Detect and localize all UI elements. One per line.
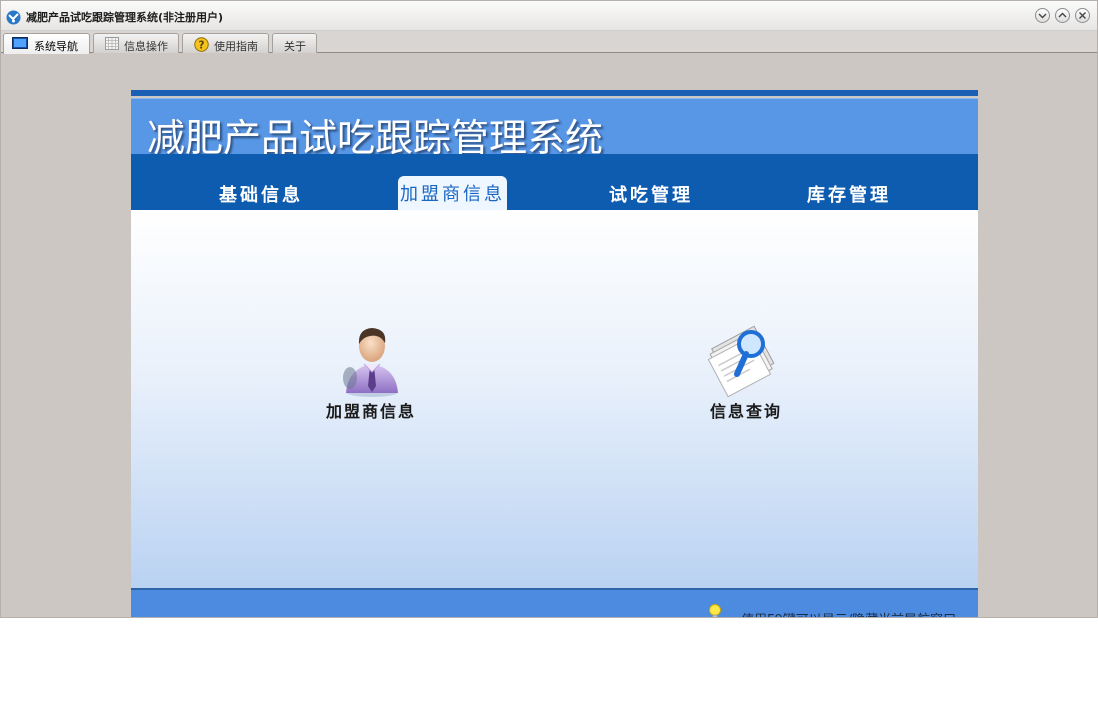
menu-franchisee-info[interactable]: 加盟商信息 [398, 176, 507, 210]
panel-top-border [131, 90, 978, 96]
document-search-icon [701, 320, 791, 398]
maximize-button[interactable] [1055, 8, 1070, 23]
tab-user-guide[interactable]: ? 使用指南 [182, 33, 269, 53]
tab-label: 信息操作 [124, 40, 168, 53]
lightbulb-icon [708, 604, 722, 617]
minimize-button[interactable] [1035, 8, 1050, 23]
tab-label: 关于 [284, 40, 306, 53]
app-icon [6, 10, 21, 25]
close-icon [1079, 12, 1086, 19]
tab-bar: 系统导航 信息操作 ? 使用指南 关于 [1, 31, 1097, 54]
title-bar: 减肥产品试吃跟踪管理系统(非注册用户) [1, 1, 1097, 31]
chevron-down-icon [1038, 13, 1047, 19]
function-label: 信息查询 [709, 402, 782, 421]
menu-basic-info[interactable]: 基础信息 [219, 181, 303, 207]
tab-label: 使用指南 [214, 40, 258, 53]
function-label: 加盟商信息 [325, 402, 416, 421]
function-area: 加盟商信息 信息查询 [131, 210, 978, 588]
tab-info-ops[interactable]: 信息操作 [93, 33, 179, 53]
panel-footer: 使用F9键可以显示/隐藏当前导航窗口 [131, 588, 978, 617]
chevron-up-icon [1058, 12, 1067, 18]
menu-trial-management[interactable]: 试吃管理 [609, 181, 693, 207]
footer-hint: 使用F9键可以显示/隐藏当前导航窗口 [741, 609, 956, 617]
panel-header: 减肥产品试吃跟踪管理系统 [131, 98, 978, 160]
tab-system-nav[interactable]: 系统导航 [3, 33, 90, 54]
help-icon: ? [194, 37, 210, 52]
grid-icon [105, 37, 121, 50]
close-button[interactable] [1075, 8, 1090, 23]
svg-text:?: ? [199, 39, 205, 51]
tab-label: 系统导航 [34, 40, 78, 53]
window-title: 减肥产品试吃跟踪管理系统(非注册用户) [26, 11, 224, 24]
tab-about[interactable]: 关于 [272, 33, 317, 53]
module-menu: 基础信息 加盟商信息 试吃管理 库存管理 [131, 154, 978, 210]
function-info-query[interactable]: 信息查询 [696, 320, 796, 422]
app-window: 减肥产品试吃跟踪管理系统(非注册用户) 系统导航 信息操作 ? 使用指南 关于 … [0, 0, 1098, 618]
function-franchisee-info[interactable]: 加盟商信息 [321, 320, 421, 422]
monitor-icon [12, 37, 28, 50]
navigation-panel: 减肥产品试吃跟踪管理系统 基础信息 加盟商信息 试吃管理 库存管理 加盟商信息 … [131, 90, 978, 617]
person-icon [336, 320, 406, 398]
menu-inventory-management[interactable]: 库存管理 [807, 181, 891, 207]
